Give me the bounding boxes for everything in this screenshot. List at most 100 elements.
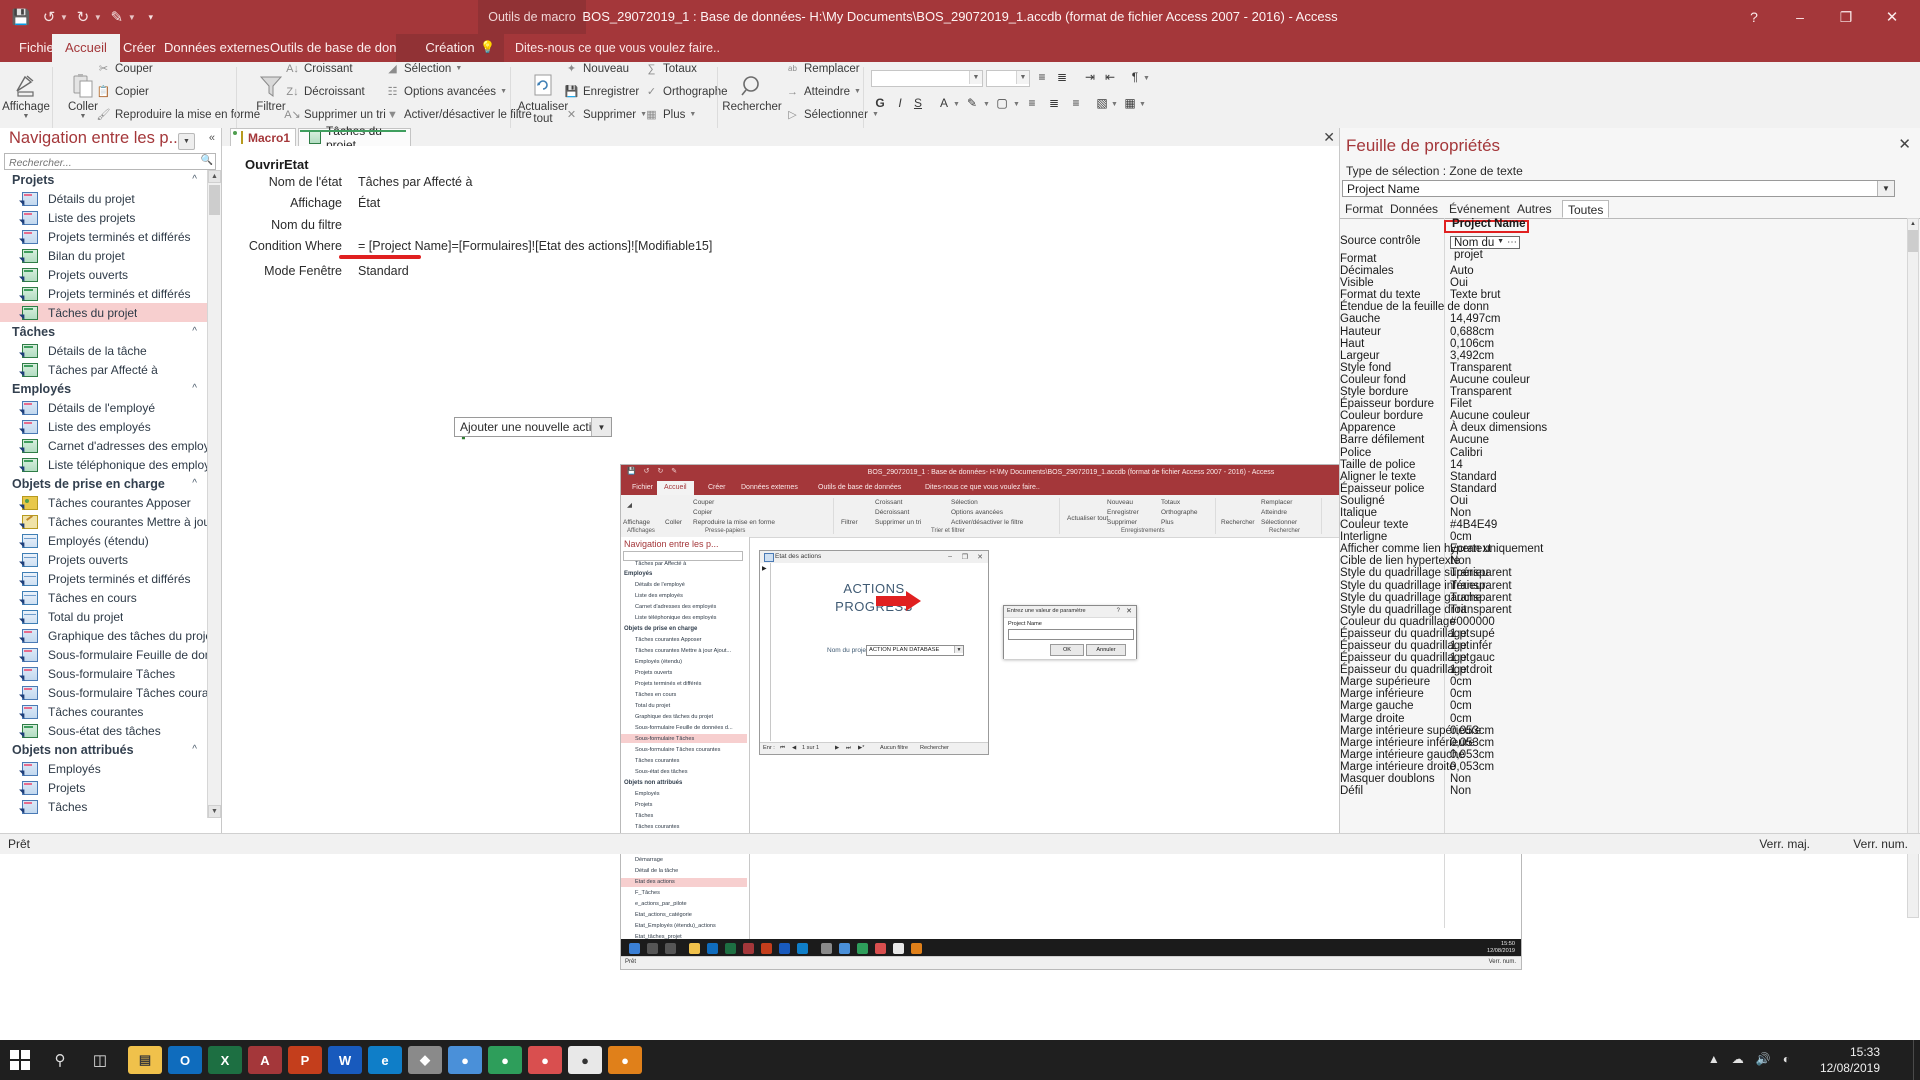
doc-tab-taches-du-projet[interactable]: Tâches du projet [298, 124, 411, 152]
align-right-icon[interactable]: ≡ [1069, 96, 1083, 110]
nav-item-details-de-la-tache[interactable]: ◥ Détails de la tâche [0, 341, 207, 360]
bullets-icon[interactable]: ≡ [1035, 70, 1049, 84]
nav-item-bilan-du-projet[interactable]: ◥ Bilan du projet [0, 246, 207, 265]
close-icon[interactable]: ✕ [1898, 135, 1911, 153]
builder-ellipsis-icon[interactable]: ⋯ [1507, 237, 1517, 248]
chevron-down-icon[interactable]: ▼ [591, 418, 611, 436]
table-row[interactable]: Style du quadrillage inférieur Transparen… [1340, 580, 1910, 592]
altrow-caret-icon[interactable]: ▼ [1139, 101, 1146, 108]
more-button[interactable]: ▦ Plus ▼ [644, 107, 696, 122]
nav-item-employes-etendu[interactable]: ◥ Employés (étendu) [0, 531, 207, 550]
alternate-row-color-icon[interactable]: ▦ [1123, 96, 1137, 110]
rtl-caret-icon[interactable]: ▼ [1143, 75, 1150, 82]
sort-descending-button[interactable]: Z↓ Décroissant [285, 84, 364, 99]
property-value[interactable]: 0,053cm [1450, 749, 1494, 761]
chevron-up-icon[interactable]: ^ [192, 383, 197, 394]
table-row[interactable]: Largeur 3,492cm [1340, 350, 1910, 362]
decrease-indent-icon[interactable]: ⇤ [1103, 70, 1117, 84]
table-row[interactable]: Style bordure Transparent [1340, 386, 1910, 398]
property-value[interactable]: #4B4E49 [1450, 519, 1497, 531]
property-value[interactable]: Non [1450, 507, 1471, 519]
property-value[interactable]: 1 pt [1450, 664, 1469, 676]
property-object-combo[interactable]: Project Name ▼ [1342, 180, 1895, 197]
increase-indent-icon[interactable]: ⇥ [1083, 70, 1097, 84]
macro-arg-value[interactable]: État [358, 196, 380, 210]
nav-item-taches-par-affecte-a[interactable]: ◥ Tâches par Affecté à [0, 360, 207, 379]
show-desktop-button[interactable] [1913, 1040, 1920, 1080]
table-row[interactable]: Format du texte Texte brut [1340, 289, 1910, 301]
nav-item-projets-termines-differes-rep[interactable]: ◥ Projets terminés et différés [0, 284, 207, 303]
view-caret-icon[interactable]: ▼ [23, 113, 30, 120]
selection-caret-icon[interactable]: ▼ [455, 65, 462, 72]
double-chevron-left-icon[interactable]: « [209, 132, 215, 144]
property-value[interactable]: Transparent [1450, 386, 1512, 398]
property-tab-donnees[interactable]: Données [1385, 200, 1443, 218]
nav-item-q-projets-termines[interactable]: ◥ Projets terminés et différés [0, 569, 207, 588]
font-name-combo[interactable]: ▼ [871, 70, 983, 87]
table-row[interactable]: Hauteur 0,688cm [1340, 326, 1910, 338]
macro-arg-value[interactable]: Standard [358, 264, 409, 278]
property-value[interactable]: Texte brut [1450, 289, 1501, 301]
numbering-icon[interactable]: ≣ [1055, 70, 1069, 84]
property-value[interactable]: 14,497cm [1450, 313, 1501, 325]
advanced-options-button[interactable]: ☷ Options avancées ▼ [385, 84, 507, 99]
property-value[interactable]: Transparent [1450, 580, 1512, 592]
property-value[interactable]: 1 pt [1450, 652, 1469, 664]
property-value[interactable]: 0,053cm [1450, 761, 1494, 773]
table-row[interactable]: Style du quadrillage droit Transparent [1340, 604, 1910, 616]
property-value[interactable]: 0cm [1450, 531, 1472, 543]
property-value[interactable]: Filet [1450, 398, 1472, 410]
property-value[interactable]: Oui [1450, 277, 1468, 289]
table-row[interactable]: Italique Non [1340, 507, 1910, 519]
table-row[interactable]: Interligne 0cm [1340, 531, 1910, 543]
navigation-object-list[interactable]: Projets ^ ◥ Détails du projet ◥ Liste des p… [0, 170, 207, 818]
table-row[interactable]: Apparence À deux dimensions [1340, 422, 1910, 434]
property-scrollbar[interactable]: ▲ [1907, 218, 1919, 918]
property-value[interactable]: 14 [1450, 459, 1463, 471]
nav-item-q-projets-ouverts[interactable]: ◥ Projets ouverts [0, 550, 207, 569]
property-value-editor[interactable]: Nom du projet ▼ ⋯ [1450, 236, 1520, 261]
table-row[interactable]: Cible de lien hypertexte Non [1340, 555, 1910, 567]
font-name-caret-icon[interactable]: ▼ [969, 71, 982, 84]
property-value[interactable]: 0,053cm [1450, 725, 1494, 737]
macro-designer-surface[interactable]: OuvrirEtat Nom de l'état Tâches par Affe… [222, 146, 1522, 970]
minimize-button[interactable]: – [1778, 2, 1822, 32]
nav-item-details-de-lemploye[interactable]: ◥ Détails de l'employé [0, 398, 207, 417]
property-value[interactable]: Aucune [1450, 434, 1489, 446]
chrome-icon[interactable]: ● [568, 1046, 602, 1074]
table-row[interactable]: Décimales Auto [1340, 265, 1910, 277]
underline-icon[interactable]: S [911, 96, 925, 110]
app-icon-11[interactable]: ● [528, 1046, 562, 1074]
nav-item-projets[interactable]: ◥ Projets [0, 778, 207, 797]
table-row[interactable]: Marge gauche 0cm [1340, 700, 1910, 712]
chevron-down-icon[interactable]: ▼ [1497, 238, 1504, 245]
powerpoint-icon[interactable]: P [288, 1046, 322, 1074]
property-value[interactable]: Transparent [1450, 592, 1512, 604]
nav-item-liste-des-projets[interactable]: ◥ Liste des projets [0, 208, 207, 227]
table-row[interactable]: Taille de police 14 [1340, 459, 1910, 471]
property-value[interactable]: Non [1450, 773, 1471, 785]
font-color-caret-icon[interactable]: ▼ [953, 101, 960, 108]
rtl-icon[interactable]: ¶ [1128, 70, 1142, 84]
property-value[interactable]: Non [1450, 555, 1471, 567]
table-row[interactable]: Haut 0,106cm [1340, 338, 1910, 350]
restore-button[interactable]: ❐ [1824, 2, 1868, 32]
property-value[interactable]: 0,106cm [1450, 338, 1494, 350]
nav-item-sousform-feuille-donnees[interactable]: ◥ Sous-formulaire Feuille de données d... [0, 645, 207, 664]
save-record-button[interactable]: 💾 Enregistrer [564, 84, 640, 99]
nav-item-taches-courantes[interactable]: ◥ Tâches courantes [0, 702, 207, 721]
gridlines-caret-icon[interactable]: ▼ [1111, 101, 1118, 108]
nav-item-taches-courantes-apposer[interactable]: ◥ Tâches courantes Apposer [0, 493, 207, 512]
copy-button[interactable]: 📋 Copier [96, 84, 149, 99]
nav-group-objets-non-attribues[interactable]: Objets non attribués ^ [0, 740, 207, 759]
text-highlight-icon[interactable]: ✎ [965, 96, 979, 110]
nav-item-taches-en-cours[interactable]: ◥ Tâches en cours [0, 588, 207, 607]
property-value[interactable]: Oui [1450, 495, 1468, 507]
table-row[interactable]: Couleur texte #4B4E49 [1340, 519, 1910, 531]
clear-sort-button[interactable]: A↘ Supprimer un tri [284, 107, 386, 122]
nav-group-employes[interactable]: Employés ^ [0, 379, 207, 398]
outlook-icon[interactable]: O [168, 1046, 202, 1074]
excel-icon[interactable]: X [208, 1046, 242, 1074]
table-row[interactable]: Étendue de la feuille de donn [1340, 301, 1910, 313]
property-value[interactable]: Standard [1450, 483, 1497, 495]
